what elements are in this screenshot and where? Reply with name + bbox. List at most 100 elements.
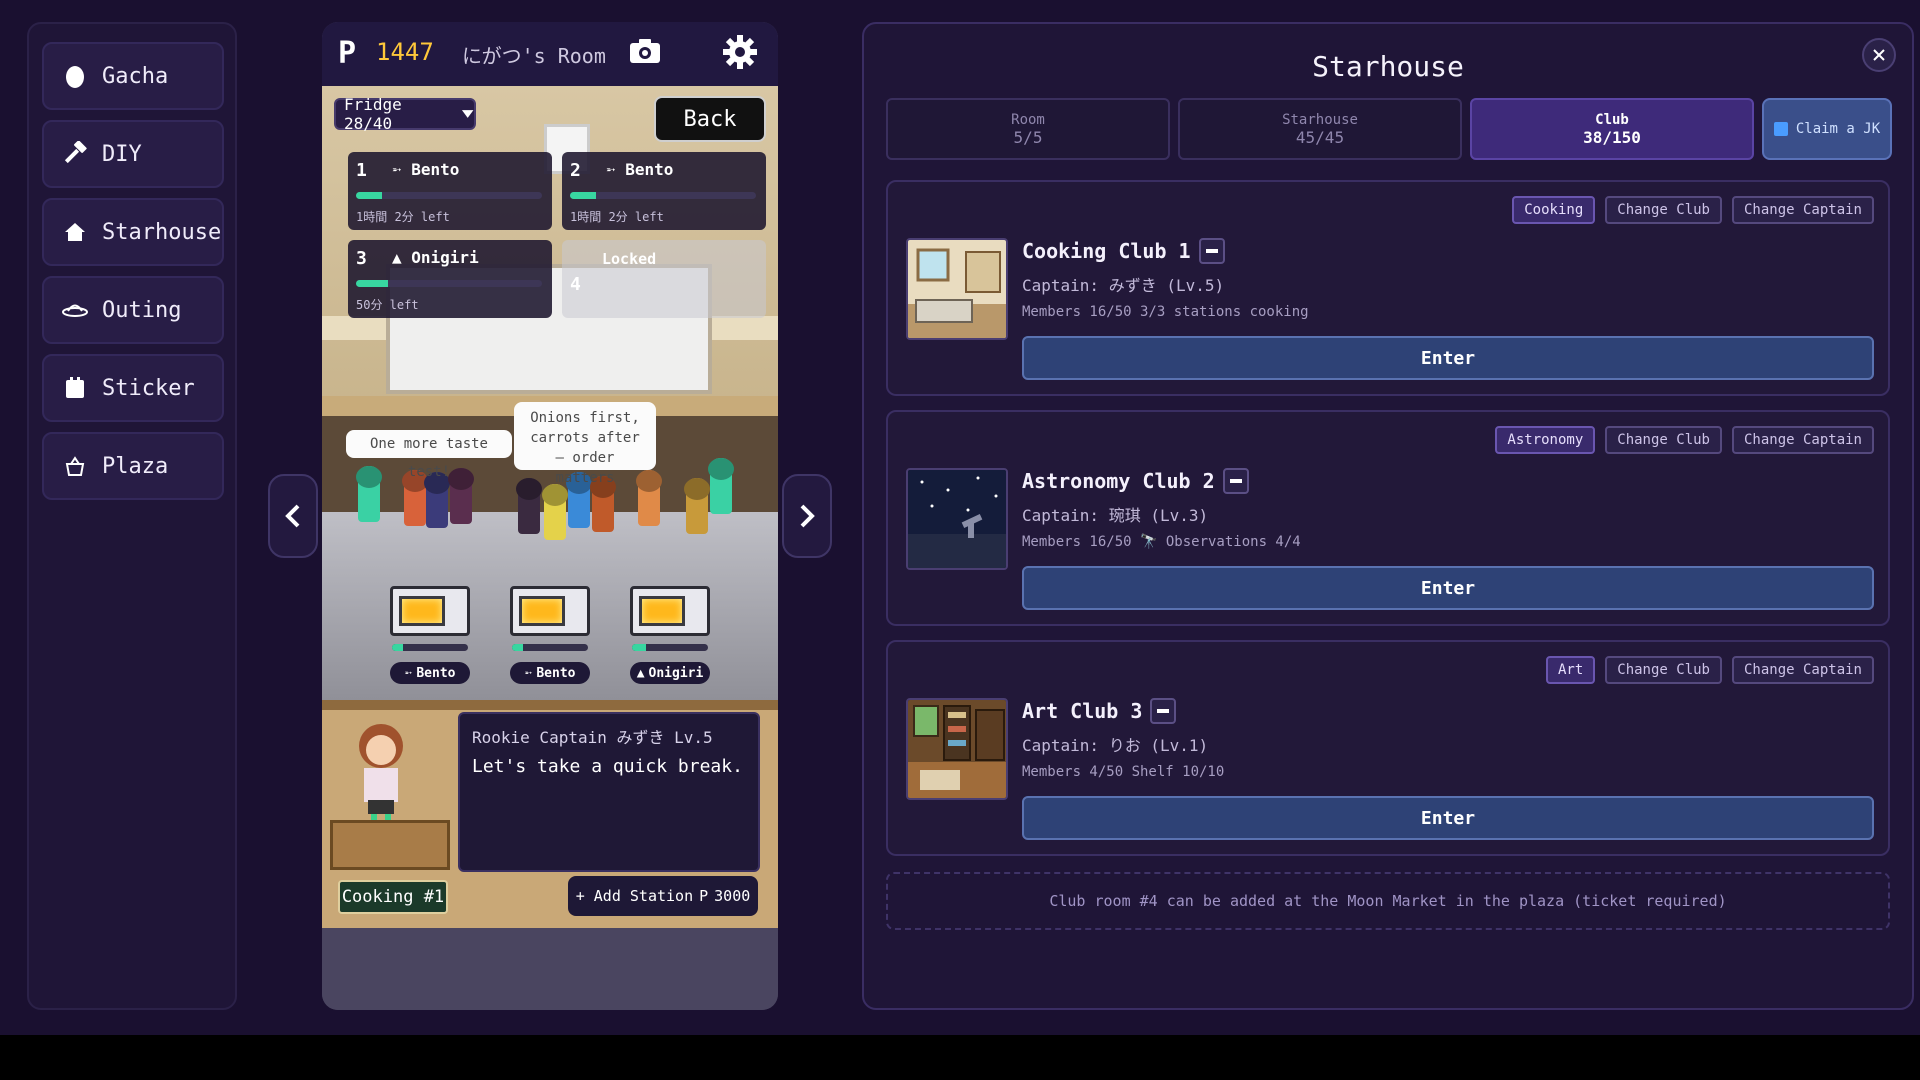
- edit-icon[interactable]: [1198, 238, 1225, 264]
- game-view: P 1447 にがつ's Room One more taste test! O…: [322, 22, 778, 1010]
- club-stats: Members 4/50 Shelf 10/10: [1022, 764, 1225, 780]
- claim-jk-button[interactable]: Claim a JK: [1762, 98, 1892, 160]
- onigiri-icon: ▲: [636, 665, 645, 681]
- change-captain-button[interactable]: Change Captain: [1731, 196, 1874, 224]
- microwave-icon: [630, 586, 710, 636]
- kitchen-scene: One more taste test! Onions first, carro…: [322, 86, 778, 1010]
- coin-count: 1447: [376, 38, 434, 66]
- student-sprite[interactable]: [544, 484, 566, 540]
- house-icon: [62, 219, 88, 245]
- club-captain: Captain: みずき (Lv.5): [1022, 276, 1225, 295]
- fridge-dropdown[interactable]: Fridge 28/40: [334, 95, 476, 133]
- club-thumbnail: [906, 468, 1008, 570]
- tab-room[interactable]: Room 5/5: [886, 98, 1170, 160]
- enter-button[interactable]: Enter: [1022, 566, 1874, 610]
- sidebar-item-plaza[interactable]: Plaza: [42, 432, 224, 500]
- tab-club[interactable]: Club 38/150: [1470, 98, 1754, 160]
- club-card: Art Change Club Change Captain Art Club …: [886, 640, 1890, 856]
- sidebar-item-outing[interactable]: Outing: [42, 276, 224, 344]
- club-captain: Captain: りお (Lv.1): [1022, 736, 1209, 755]
- camera-icon[interactable]: [628, 36, 662, 66]
- slot-progress: [356, 280, 542, 287]
- gear-icon[interactable]: [720, 32, 760, 72]
- sidebar-item-diy[interactable]: DIY: [42, 120, 224, 188]
- club-stats: Members 16/50 🔭 Observations 4/4: [1022, 534, 1301, 550]
- sidebar-item-starhouse[interactable]: Starhouse: [42, 198, 224, 266]
- student-sprite[interactable]: [638, 470, 660, 526]
- club-card: Cooking Change Club Change Captain Cooki…: [886, 180, 1890, 396]
- club-thumbnail: [906, 698, 1008, 800]
- station-item-tag: ▲ Onigiri: [630, 662, 710, 684]
- student-sprite[interactable]: [710, 458, 732, 514]
- chevron-right-icon: [800, 504, 815, 528]
- speech-bubble: One more taste test!: [346, 430, 512, 480]
- coin-icon: P: [699, 887, 709, 905]
- change-club-button[interactable]: Change Club: [1605, 196, 1722, 224]
- sidebar-item-label: Gacha: [102, 63, 169, 89]
- enter-button[interactable]: Enter: [1022, 336, 1874, 380]
- student-sprite[interactable]: [450, 468, 472, 524]
- sidebar-item-label: Outing: [102, 297, 182, 323]
- fridge-slot[interactable]: 3 ▲ Onigiri 50分 left: [348, 240, 552, 318]
- club-thumbnail: [906, 238, 1008, 340]
- sidebar-item-gacha[interactable]: Gacha: [42, 42, 224, 110]
- info-note: Club room #4 can be added at the Moon Ma…: [886, 872, 1890, 930]
- club-captain: Captain: 琬琪 (Lv.3): [1022, 506, 1209, 525]
- fridge-slot[interactable]: 1 ➵ Bento 1時間 2分 left: [348, 152, 552, 230]
- cooking-station[interactable]: ➵ Bento: [390, 586, 470, 686]
- edit-icon[interactable]: [1222, 468, 1249, 494]
- tab-starhouse[interactable]: Starhouse 45/45: [1178, 98, 1462, 160]
- sidebar-item-label: Plaza: [102, 453, 169, 479]
- prev-room-button[interactable]: [268, 474, 318, 558]
- slot-progress: [356, 192, 542, 199]
- dialog-box[interactable]: Rookie Captain みずき Lv.5 Let's take a qui…: [458, 712, 760, 872]
- club-name: Cooking Club 1: [1022, 238, 1225, 264]
- student-sprite[interactable]: [358, 466, 380, 522]
- edit-icon[interactable]: [1150, 698, 1177, 724]
- fridge-slot-locked[interactable]: Locked 4: [562, 240, 766, 318]
- chevron-down-icon: [461, 110, 474, 118]
- slot-time-left: 50分 left: [356, 298, 419, 312]
- change-captain-button[interactable]: Change Captain: [1731, 656, 1874, 684]
- club-category-badge: Astronomy: [1495, 426, 1596, 454]
- slot-item: ➵ Bento: [392, 160, 460, 179]
- slot-time-left: 1時間 2分 left: [356, 210, 450, 224]
- change-captain-button[interactable]: Change Captain: [1731, 426, 1874, 454]
- chevron-left-icon: [285, 504, 300, 528]
- fridge-slot[interactable]: 2 ➵ Bento 1時間 2分 left: [562, 152, 766, 230]
- dialog-text: Let's take a quick break.: [472, 756, 743, 777]
- next-room-button[interactable]: [782, 474, 832, 558]
- station-progress: [512, 644, 588, 651]
- speech-bubble: Onions first, carrots after — order matt…: [514, 402, 656, 486]
- sidebar-item-label: DIY: [102, 141, 142, 167]
- sidebar-item-label: Sticker: [102, 375, 195, 401]
- sidebar: Gacha DIY Starhouse Outing Sticker Plaza: [27, 22, 237, 1010]
- starhouse-panel: Starhouse Room 5/5 Starhouse 45/45 Club …: [862, 22, 1914, 1010]
- bento-icon: ➵: [404, 665, 413, 681]
- dialog-speaker: Rookie Captain みずき Lv.5: [472, 728, 713, 747]
- captain-sprite[interactable]: [346, 720, 416, 830]
- station-item-tag: ➵ Bento: [390, 662, 470, 684]
- student-sprite[interactable]: [518, 478, 540, 534]
- club-category-badge: Art: [1545, 656, 1596, 684]
- enter-button[interactable]: Enter: [1022, 796, 1874, 840]
- close-button[interactable]: [1862, 38, 1896, 72]
- ufo-icon: [62, 297, 88, 323]
- back-button[interactable]: Back: [654, 96, 766, 142]
- cooking-station[interactable]: ➵ Bento: [510, 586, 590, 686]
- add-station-cost: 3000: [714, 887, 751, 905]
- slot-progress: [570, 192, 756, 199]
- bento-icon: ➵: [524, 665, 533, 681]
- change-club-button[interactable]: Change Club: [1605, 656, 1722, 684]
- station-name-label: Cooking #1: [338, 880, 448, 914]
- student-sprite[interactable]: [686, 478, 708, 534]
- close-icon: [1873, 49, 1885, 61]
- add-station-button[interactable]: + Add Station P 3000: [568, 876, 758, 916]
- change-club-button[interactable]: Change Club: [1605, 426, 1722, 454]
- captain-desk: [330, 820, 450, 870]
- cooking-station[interactable]: ▲ Onigiri: [630, 586, 710, 686]
- sidebar-item-sticker[interactable]: Sticker: [42, 354, 224, 422]
- sticker-icon: [62, 375, 88, 401]
- hammer-icon: [62, 141, 88, 167]
- game-window: Gacha DIY Starhouse Outing Sticker Plaza…: [0, 0, 1920, 1035]
